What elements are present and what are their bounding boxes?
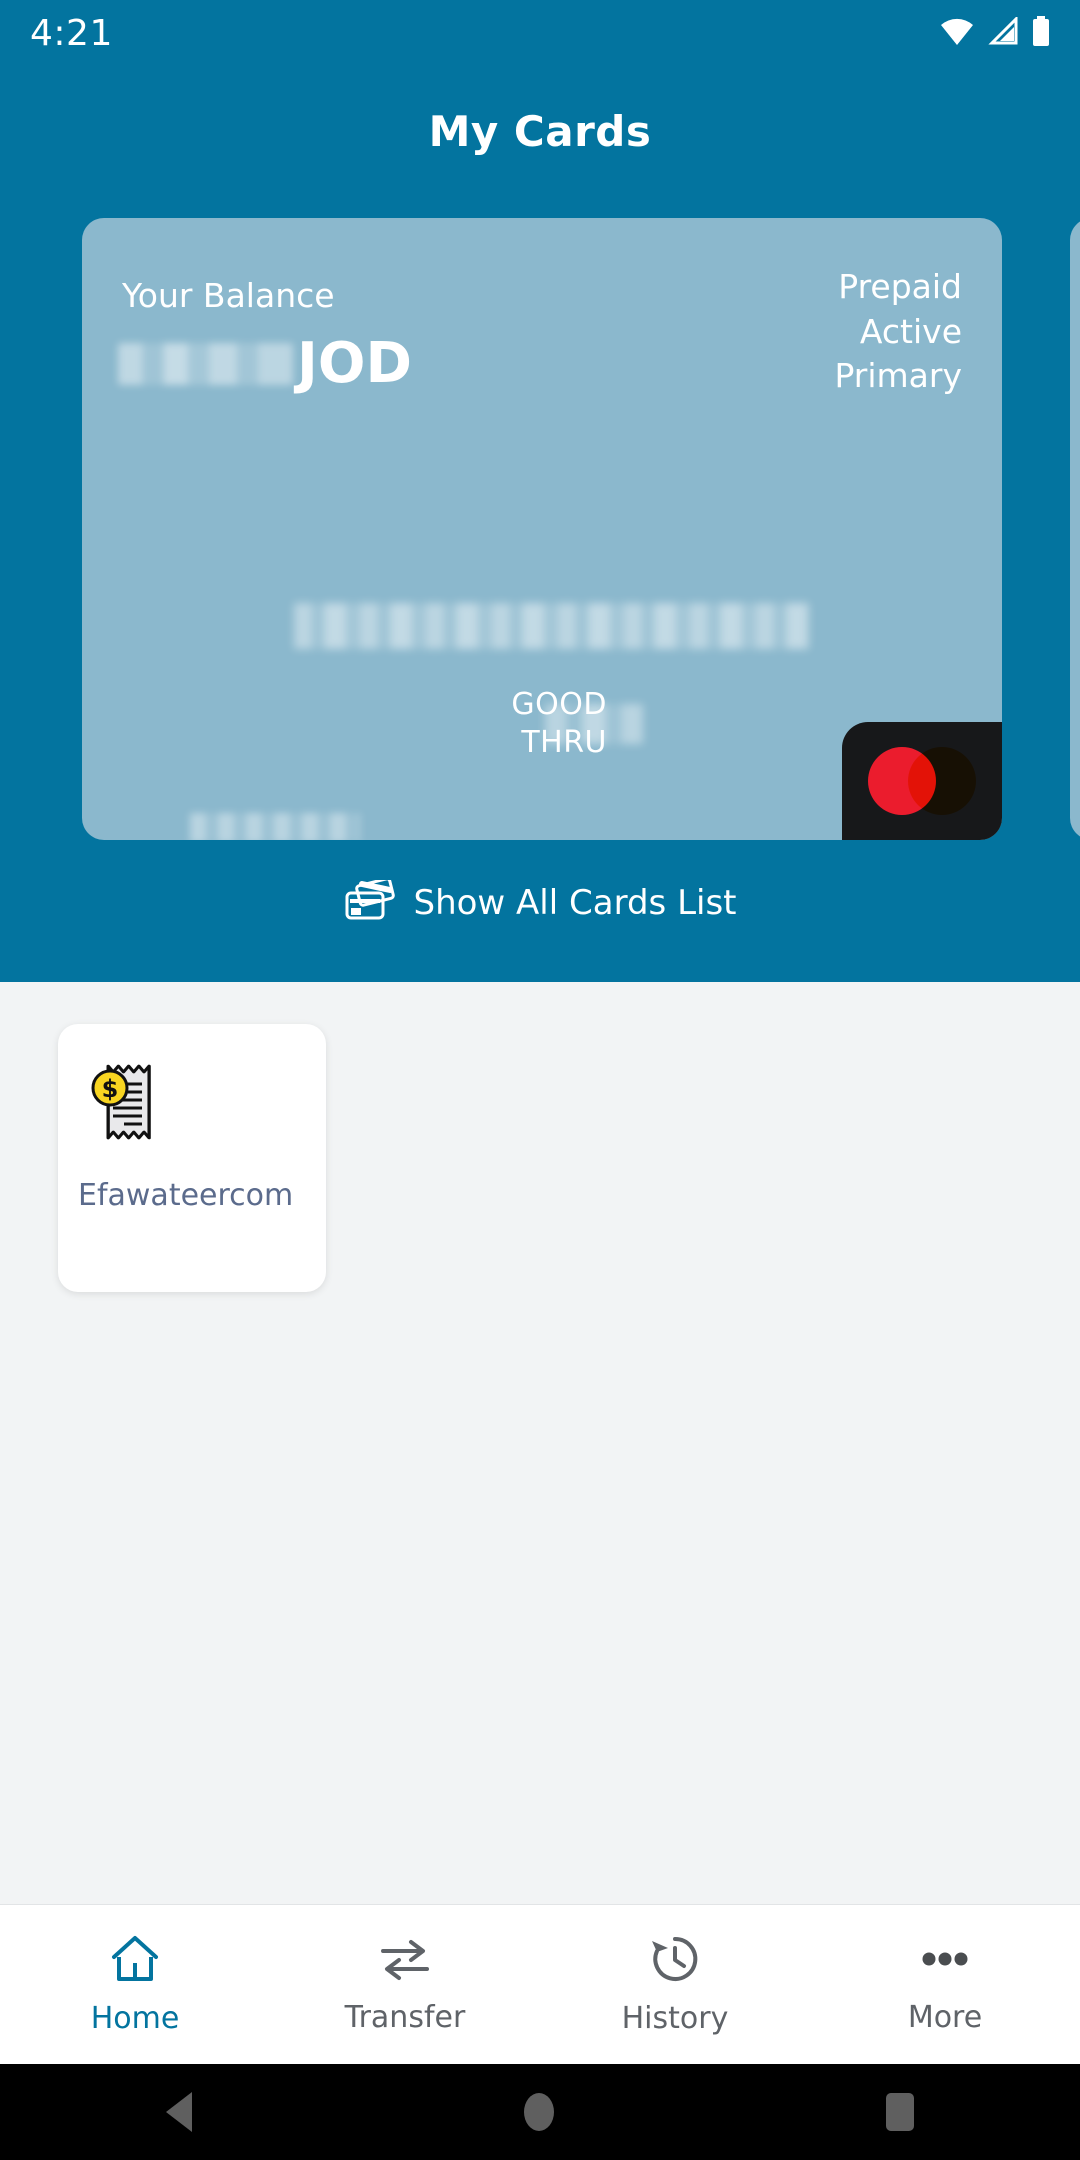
mastercard-circles	[868, 747, 976, 815]
cards-stack-icon	[344, 877, 396, 926]
nav-item-home[interactable]: Home	[0, 1933, 270, 2036]
battery-icon	[1032, 16, 1050, 50]
balance-label: Your Balance	[122, 276, 335, 315]
back-button[interactable]	[166, 2092, 192, 2132]
header-zone: 4:21 My Cards	[0, 0, 1080, 196]
status-bar: 4:21	[0, 0, 1080, 66]
card-rail[interactable]: Your Balance JOD Prepaid Active Primary …	[0, 218, 1080, 840]
service-tile-efawateercom[interactable]: $ Efawateercom	[58, 1024, 326, 1292]
card-carousel[interactable]: Your Balance JOD Prepaid Active Primary …	[0, 196, 1080, 840]
credit-card-next-peek[interactable]	[1070, 218, 1080, 840]
nav-item-more[interactable]: More	[810, 1934, 1080, 2035]
home-icon	[108, 1933, 162, 1989]
nav-label-more: More	[907, 2000, 983, 2035]
nav-label-transfer: Transfer	[344, 2000, 466, 2035]
service-tile-label: Efawateercom	[78, 1178, 294, 1213]
card-primary-label: Primary	[834, 356, 962, 396]
status-bar-icons	[940, 15, 1050, 50]
more-dots-icon	[915, 1934, 975, 1988]
services-grid: $ Efawateercom	[0, 982, 1080, 1904]
balance-row: JOD	[118, 336, 412, 392]
card-status-labels: Prepaid Active Primary	[834, 266, 962, 400]
balance-currency: JOD	[297, 331, 412, 396]
bill-receipt-icon: $	[80, 1050, 184, 1154]
home-button[interactable]	[524, 2093, 554, 2131]
nav-item-history[interactable]: History	[540, 1933, 810, 2036]
credit-card[interactable]: Your Balance JOD Prepaid Active Primary …	[82, 218, 1002, 840]
page-title: My Cards	[428, 106, 652, 156]
bottom-navigation: Home Transfer History More	[0, 1904, 1080, 2064]
svg-text:$: $	[102, 1075, 119, 1103]
android-system-nav	[0, 2064, 1080, 2160]
show-all-cards-label: Show All Cards List	[413, 883, 737, 923]
card-holder-line-1-masked	[190, 813, 360, 840]
app-screen: 4:21 My Cards Your Balance JOD Prepaid A…	[0, 0, 1080, 2160]
nav-label-home: Home	[90, 2001, 180, 2036]
mastercard-logo	[842, 722, 1002, 840]
card-expiry-masked	[545, 704, 643, 744]
cellular-signal-icon	[988, 15, 1018, 49]
card-type-label: Prepaid	[838, 267, 962, 306]
clock-history-icon	[648, 1933, 702, 1989]
balance-amount-masked	[118, 343, 293, 385]
card-state-label: Active	[859, 311, 962, 351]
wifi-icon	[940, 17, 974, 49]
nav-label-history: History	[621, 2001, 729, 2036]
status-bar-clock: 4:21	[30, 12, 113, 54]
app-bar: My Cards	[0, 66, 1080, 196]
mastercard-orange-circle	[908, 747, 976, 815]
show-all-cards-button[interactable]: Show All Cards List	[0, 840, 1080, 982]
transfer-arrows-icon	[377, 1934, 433, 1988]
nav-item-transfer[interactable]: Transfer	[270, 1934, 540, 2035]
recents-button[interactable]	[886, 2093, 914, 2131]
card-number-masked	[294, 603, 809, 649]
